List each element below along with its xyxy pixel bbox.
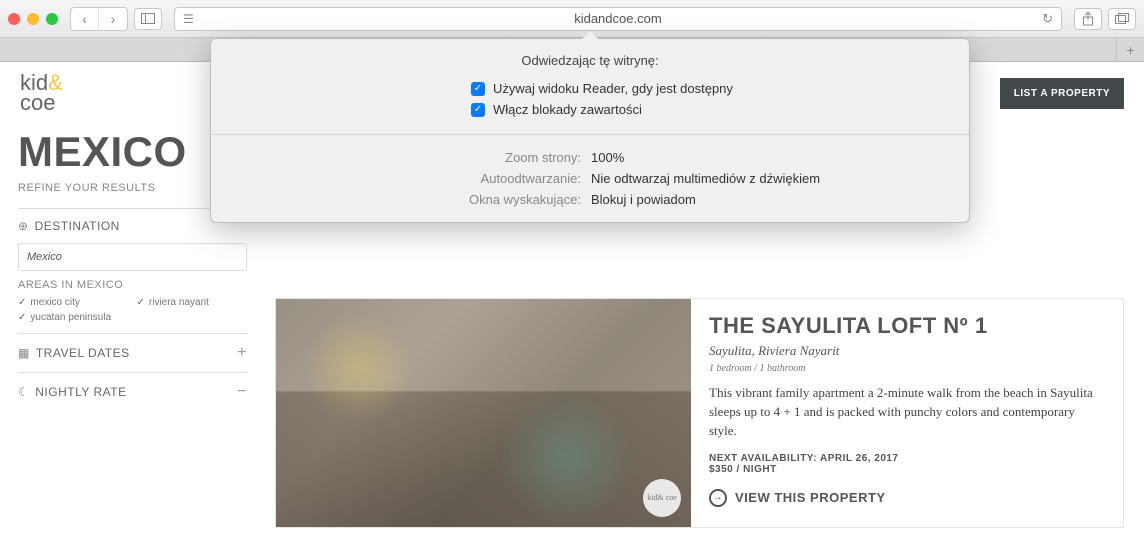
moon-icon: ☾ [18,385,29,399]
popover-title: Odwiedzając tę witrynę: [211,39,969,78]
filter-nightly-rate[interactable]: ☾ NIGHTLY RATE − [18,372,247,411]
refresh-icon[interactable]: ↻ [1042,11,1053,27]
view-property-label: VIEW THIS PROPERTY [735,490,886,505]
listing-rooms: 1 bedroom / 1 bathroom [709,363,1105,374]
list-property-button[interactable]: LIST A PROPERTY [1000,78,1124,109]
destination-label: DESTINATION [35,219,120,233]
zoom-value[interactable]: 100% [591,150,624,165]
sidebar-toggle-button[interactable] [134,8,162,30]
listing-card: kid& coe THE SAYULITA LOFT Nº 1 Sayulita… [275,298,1124,528]
autoplay-label: Autoodtwarzanie: [211,171,581,186]
reader-icon[interactable]: ☰ [183,12,194,26]
autoplay-row: Autoodtwarzanie: Nie odtwarzaj multimedi… [211,168,969,189]
zoom-label: Zoom strony: [211,150,581,165]
browser-toolbar: ‹ › ☰ kidandcoe.com ↻ [0,0,1144,38]
listing-location: Sayulita, Riviera Nayarit [709,343,1105,359]
listing-description: This vibrant family apartment a 2-minute… [709,384,1105,441]
new-tab-button[interactable]: + [1116,38,1144,61]
back-button[interactable]: ‹ [71,8,99,30]
content-blockers-checkbox-row[interactable]: ✓ Włącz blokady zawartości [211,99,969,120]
check-icon: ✓ [137,297,145,308]
address-bar[interactable]: ☰ kidandcoe.com ↻ [174,7,1062,31]
view-property-button[interactable]: → VIEW THIS PROPERTY [709,489,1105,507]
popups-row: Okna wyskakujące: Blokuj i powiadom [211,189,969,210]
forward-button[interactable]: › [99,8,127,30]
checkbox-checked-icon: ✓ [471,103,485,117]
share-button[interactable] [1074,8,1102,30]
reader-checkbox-label: Używaj widoku Reader, gdy jest dostępny [493,81,733,96]
tabs-button[interactable] [1108,8,1136,30]
areas-label: AREAS IN MEXICO [18,279,247,291]
listing-image[interactable]: kid& coe [276,299,691,527]
close-window-button[interactable] [8,13,20,25]
popups-label: Okna wyskakujące: [211,192,581,207]
listing-badge: kid& coe [643,479,681,517]
maximize-window-button[interactable] [46,13,58,25]
logo-text-2: coe [20,90,55,115]
minimize-window-button[interactable] [27,13,39,25]
destination-input[interactable]: Mexico [18,243,247,271]
area-item[interactable]: ✓mexico city [18,297,129,308]
expand-icon: + [237,344,247,362]
url-text: kidandcoe.com [194,11,1042,26]
area-item[interactable]: ✓riviera nayarit [137,297,248,308]
site-logo[interactable]: kid& coe [20,73,63,113]
traffic-lights [8,13,58,25]
arrow-right-icon: → [709,489,727,507]
filter-travel-dates[interactable]: ▦ TRAVEL DATES + [18,333,247,372]
popups-value[interactable]: Blokuj i powiadom [591,192,696,207]
calendar-icon: ▦ [18,346,30,360]
nightly-rate-label: NIGHTLY RATE [35,385,126,399]
check-icon: ✓ [18,312,26,323]
listing-title: THE SAYULITA LOFT Nº 1 [709,313,1105,339]
check-icon: ✓ [18,297,26,308]
listing-price: $350 / NIGHT [709,464,1105,475]
checkbox-checked-icon: ✓ [471,82,485,96]
globe-icon: ⊕ [18,219,29,233]
site-settings-popover: Odwiedzając tę witrynę: ✓ Używaj widoku … [210,38,970,223]
area-item[interactable]: ✓yucatan peninsula [18,312,129,323]
nav-buttons: ‹ › [70,7,128,31]
content-blockers-checkbox-label: Włącz blokady zawartości [493,102,642,117]
collapse-icon: − [237,383,247,401]
zoom-row: Zoom strony: 100% [211,147,969,168]
listing-availability: NEXT AVAILABILITY: APRIL 26, 2017 [709,453,1105,464]
autoplay-value[interactable]: Nie odtwarzaj multimediów z dźwiękiem [591,171,820,186]
filter-destination: ⊕ DESTINATION Mexico AREAS IN MEXICO ✓me… [18,208,247,333]
travel-dates-label: TRAVEL DATES [36,346,130,360]
reader-checkbox-row[interactable]: ✓ Używaj widoku Reader, gdy jest dostępn… [211,78,969,99]
